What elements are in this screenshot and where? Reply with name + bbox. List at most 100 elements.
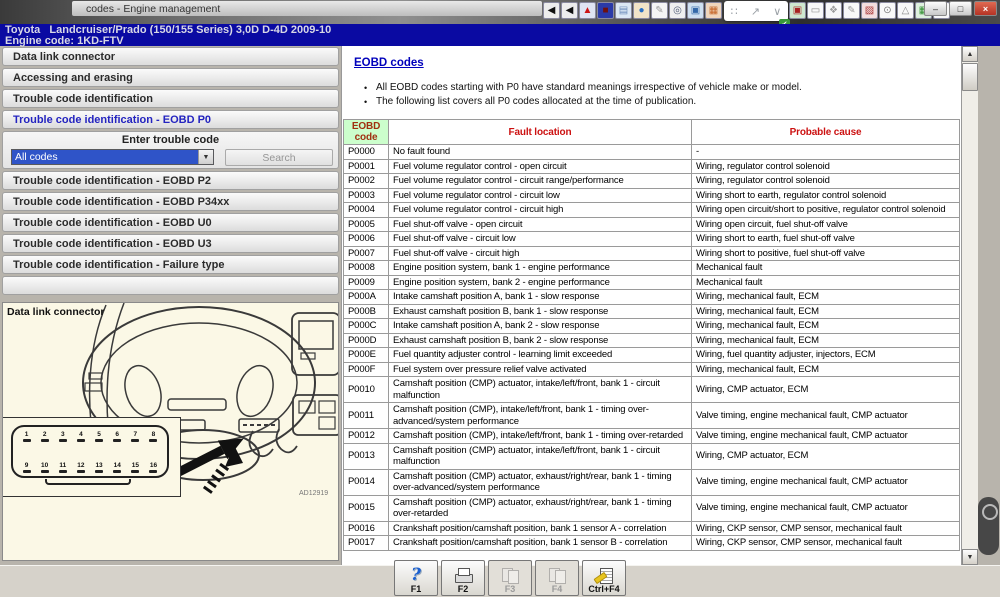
connector-pin-2: 2 — [38, 431, 51, 442]
notes-panel-icon[interactable]: ▭ — [807, 2, 824, 19]
microphone-icon[interactable]: ⊙ — [879, 2, 896, 19]
close-module-button[interactable]: Ctrl+F4 — [582, 560, 626, 596]
notes-icon — [595, 566, 613, 584]
go-back-icon[interactable]: ◀ — [561, 2, 578, 19]
table-row: P0004Fuel volume regulator control - cir… — [344, 203, 960, 218]
vehicle-data-icon[interactable]: ▣ — [789, 2, 806, 19]
maximize-button[interactable]: □ — [949, 1, 972, 16]
table-row: P0014Camshaft position (CMP) actuator, e… — [344, 469, 960, 495]
header-eobd-code: EOBD code — [344, 120, 389, 145]
cause-cell: Wiring, CKP sensor, CMP sensor, mechanic… — [692, 536, 960, 551]
bullet-icon: • — [364, 81, 376, 95]
connector-pin-5: 5 — [93, 431, 106, 442]
code-cell: P0003 — [344, 188, 389, 203]
main-content: EOBD codes •All EOBD codes starting with… — [341, 46, 961, 565]
print-button[interactable]: F2 — [441, 560, 485, 596]
table-row: P000CIntake camshaft position A, bank 2 … — [344, 319, 960, 334]
table-row: P0016Crankshaft position/camshaft positi… — [344, 521, 960, 536]
cause-cell: Valve timing, engine mechanical fault, C… — [692, 495, 960, 521]
bullet-text: All EOBD codes starting with P0 have sta… — [376, 81, 802, 95]
cause-cell: Wiring open circuit, fuel shut-off valve — [692, 217, 960, 232]
sidebar-item-trouble-code-identification-eobd-p34xx[interactable]: Trouble code identification - EOBD P34xx — [2, 192, 339, 211]
cause-cell: Wiring, mechanical fault, ECM — [692, 362, 960, 377]
code-cell: P0012 — [344, 429, 389, 444]
gauge-icon[interactable]: ◎ — [669, 2, 686, 19]
eobd-codes-table: EOBD code Fault location Probable cause … — [343, 119, 960, 551]
technician-icon[interactable]: ▣ — [687, 2, 704, 19]
function-key-label: F1 — [411, 584, 422, 594]
cause-cell: Wiring, fuel quantity adjuster, injector… — [692, 348, 960, 363]
dropdown-selected-value[interactable]: All codes — [12, 150, 198, 164]
function-key-toolbar: ?F1F2F3F4Ctrl+F4 — [394, 560, 629, 596]
help-button[interactable]: ?F1 — [394, 560, 438, 596]
connector-pin-9: 9 — [20, 462, 33, 473]
fault-cell: Fuel system over pressure relief valve a… — [389, 362, 692, 377]
scrollbar-up-button[interactable]: ▲ — [962, 46, 978, 62]
data-link-connector-panel: Data link connector — [2, 302, 339, 561]
sidebar-item-trouble-code-identification-eobd-u0[interactable]: Trouble code identification - EOBD U0 — [2, 213, 339, 232]
close-button[interactable]: × — [974, 1, 997, 16]
sidebar-items-bottom: Trouble code identification - EOBD P2 Tro… — [2, 171, 339, 274]
go-first-icon[interactable]: ◀ — [543, 2, 560, 19]
next-graphic-button: F4 — [535, 560, 579, 596]
search-button[interactable]: Search — [225, 149, 333, 166]
table-row: P000BExhaust camshaft position B, bank 1… — [344, 304, 960, 319]
application-window: codes - Engine management ◀◀▲■▤●✎◎▣▦ ∷ ↗… — [0, 0, 1000, 597]
code-cell: P000E — [344, 348, 389, 363]
connector-pin-11: 11 — [56, 462, 69, 473]
code-cell: P0016 — [344, 521, 389, 536]
hazard-icon[interactable]: △ — [897, 2, 914, 19]
connector-pin-16: 16 — [147, 462, 160, 473]
cause-cell: Wiring, mechanical fault, ECM — [692, 333, 960, 348]
code-cell: P0013 — [344, 443, 389, 469]
connector-pin-10: 10 — [38, 462, 51, 473]
globe-icon[interactable]: ● — [633, 2, 650, 19]
vehicle-title: Toyota Landcruiser/Prado (150/155 Series… — [5, 25, 1000, 36]
code-cell: P0009 — [344, 275, 389, 290]
scrollbar-thumb[interactable] — [962, 63, 978, 91]
function-key-label: F4 — [552, 584, 563, 594]
sidebar-item-trouble-code-identification-eobd-p2[interactable]: Trouble code identification - EOBD P2 — [2, 171, 339, 190]
landscape-icon[interactable]: ▦ — [705, 2, 722, 19]
repair-times-icon[interactable]: ❖ — [825, 2, 842, 19]
sidebar-item-trouble-code-identification-eobd-p0[interactable]: Trouble code identification - EOBD P0 — [2, 110, 339, 129]
connector-pin-12: 12 — [74, 462, 87, 473]
warning-triangle-icon[interactable]: ▲ — [579, 2, 596, 19]
trouble-code-search-panel: Enter trouble code All codes ▼ Search — [2, 131, 339, 169]
table-row: P0010Camshaft position (CMP) actuator, i… — [344, 377, 960, 403]
grid-icon[interactable]: ∷ — [731, 5, 738, 18]
engine-management-icon[interactable]: ■ — [597, 2, 614, 19]
header-probable-cause: Probable cause — [692, 120, 960, 145]
paint-codes-icon[interactable]: ▨ — [861, 2, 878, 19]
sidebar-item-trouble-code-identification[interactable]: Trouble code identification — [2, 89, 339, 108]
pencil-icon[interactable]: ✎ — [651, 2, 668, 19]
fault-cell: Fuel volume regulator control - circuit … — [389, 174, 692, 189]
function-key-label: Ctrl+F4 — [588, 584, 619, 594]
vertical-scrollbar[interactable]: ▲ ▼ — [961, 46, 978, 565]
pages-icon — [501, 566, 519, 584]
minimize-button[interactable]: – — [924, 1, 947, 16]
code-cell: P0015 — [344, 495, 389, 521]
table-row: P0000No fault found- — [344, 145, 960, 160]
technical-drawing-icon[interactable]: ▤ — [615, 2, 632, 19]
cause-cell: Mechanical fault — [692, 275, 960, 290]
connector-base — [45, 479, 131, 485]
diagram-ref-code: AD12919 — [299, 490, 328, 497]
sidebar-item-trouble-code-identification-failure-type[interactable]: Trouble code identification - Failure ty… — [2, 255, 339, 274]
code-cell: P000A — [344, 290, 389, 305]
dropdown-arrow-icon[interactable]: ▼ — [198, 150, 213, 164]
chevron-down-icon[interactable]: ∨ — [773, 5, 781, 18]
service-pen-icon[interactable]: ✎ — [843, 2, 860, 19]
cause-cell: Wiring, regulator control solenoid — [692, 174, 960, 189]
sidebar-item-accessing-and-erasing[interactable]: Accessing and erasing — [2, 68, 339, 87]
viewer-overlay[interactable]: ∷ ↗ ∨ ✔ — [724, 1, 788, 21]
cause-cell: Valve timing, engine mechanical fault, C… — [692, 469, 960, 495]
sidebar-item-data-link-connector[interactable]: Data link connector — [2, 47, 339, 66]
fault-cell: Camshaft position (CMP) actuator, intake… — [389, 443, 692, 469]
scrollbar-down-button[interactable]: ▼ — [962, 549, 978, 565]
cause-cell: Wiring short to positive, fuel shut-off … — [692, 246, 960, 261]
expand-icon[interactable]: ↗ — [751, 5, 760, 18]
sidebar-item-trouble-code-identification-eobd-u3[interactable]: Trouble code identification - EOBD U3 — [2, 234, 339, 253]
table-row: P0008Engine position system, bank 1 - en… — [344, 261, 960, 276]
code-filter-dropdown[interactable]: All codes ▼ — [11, 149, 214, 165]
